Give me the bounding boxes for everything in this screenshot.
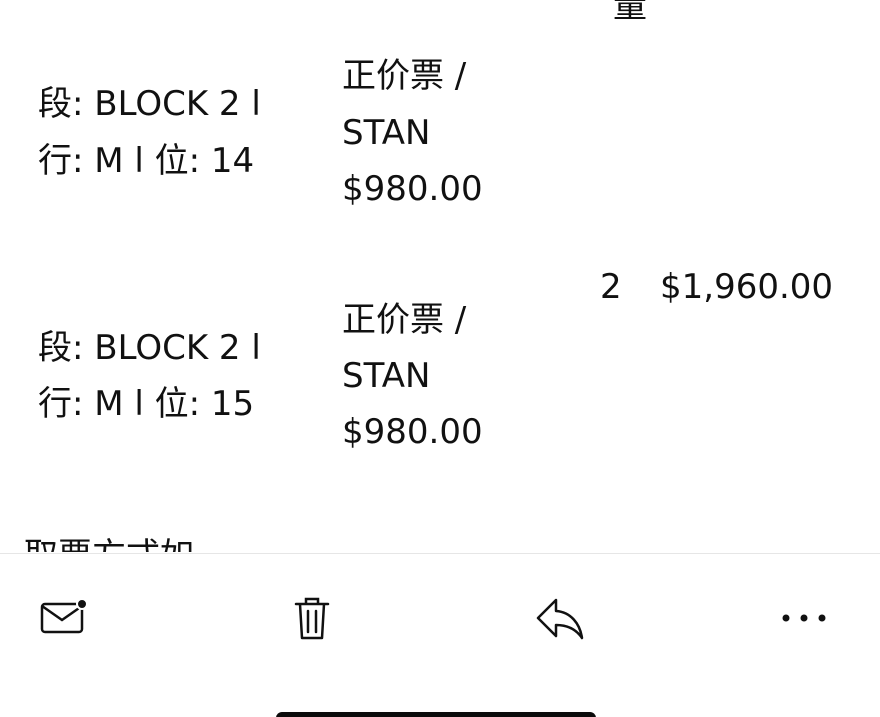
more-icon bbox=[782, 614, 826, 622]
mark-unread-button[interactable] bbox=[34, 588, 94, 648]
ticket-price: $980.00 bbox=[342, 169, 483, 209]
quantity-value: 2 bbox=[600, 267, 622, 307]
seat-section-line: 段: BLOCK 2 l bbox=[38, 84, 261, 124]
delete-button[interactable] bbox=[282, 588, 342, 648]
seat-row-line: 行: M l 位: 15 bbox=[38, 384, 255, 424]
reply-button[interactable] bbox=[530, 588, 590, 648]
email-body: 量 段: BLOCK 2 l 行: M l 位: 14 正价票 / STAN $… bbox=[0, 0, 880, 717]
more-button[interactable] bbox=[774, 588, 834, 648]
mail-unread-icon bbox=[40, 598, 88, 634]
quantity-column-header: 量 bbox=[613, 0, 647, 26]
reply-icon bbox=[536, 598, 584, 640]
seat-row-line: 行: M l 位: 14 bbox=[38, 141, 255, 181]
ticket-type-code: STAN bbox=[342, 113, 431, 153]
trash-icon bbox=[294, 597, 330, 640]
total-value: $1,960.00 bbox=[660, 267, 834, 307]
home-indicator bbox=[276, 712, 596, 717]
ticket-type-line: 正价票 / bbox=[342, 300, 467, 340]
ticket-type-code: STAN bbox=[342, 356, 431, 396]
next-section-heading-partial: 取票方式如 bbox=[24, 536, 194, 552]
seat-section-line: 段: BLOCK 2 l bbox=[38, 328, 261, 368]
ticket-price: $980.00 bbox=[342, 412, 483, 452]
bottom-toolbar bbox=[0, 553, 880, 717]
ticket-type-line: 正价票 / bbox=[342, 56, 467, 96]
